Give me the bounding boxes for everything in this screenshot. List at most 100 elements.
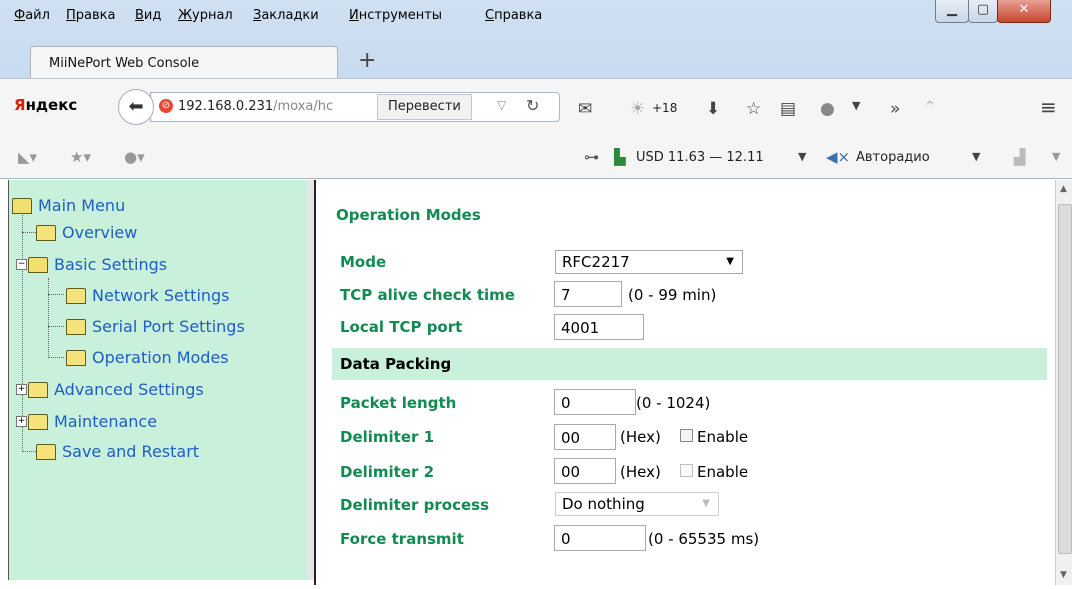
collapse-icon[interactable]: ^ — [925, 99, 935, 113]
tree-line — [48, 326, 64, 327]
favorites-icon[interactable]: ★▾ — [70, 148, 91, 166]
reload-icon[interactable]: ↻ — [526, 96, 539, 115]
sidebar-item-advanced-settings[interactable]: + Advanced Settings — [16, 380, 204, 399]
url-dropdown-icon[interactable]: ▽ — [497, 98, 506, 112]
menu-help[interactable]: Справка — [485, 8, 542, 23]
signal-icon[interactable]: ▟ — [1014, 148, 1026, 166]
insecure-icon[interactable]: ⊘ — [159, 99, 173, 113]
sidebar-item-main-menu[interactable]: Main Menu — [12, 196, 125, 215]
sidebar-label: Main Menu — [38, 196, 126, 215]
chat-icon[interactable]: ● — [820, 99, 835, 119]
weather-icon[interactable]: ☀ — [630, 99, 645, 119]
menu-edit[interactable]: Правка — [66, 8, 115, 23]
reading-list-icon[interactable]: ▤ — [780, 99, 796, 119]
mail-icon[interactable]: ✉ — [578, 99, 592, 119]
sidebar-item-operation-modes[interactable]: Operation Modes — [66, 348, 229, 367]
content-pane — [314, 180, 1056, 585]
sidebar-item-network-settings[interactable]: Network Settings — [66, 286, 230, 305]
menu-bar: Файл Правка Вид Журнал Закладки Инструме… — [0, 0, 1072, 32]
hamburger-menu-icon[interactable]: ≡ — [1040, 95, 1057, 119]
scroll-up-icon[interactable]: ▲ — [1060, 184, 1067, 194]
sidebar-item-overview[interactable]: Overview — [36, 223, 137, 242]
download-icon[interactable]: ⬇ — [706, 99, 720, 119]
chart-icon[interactable]: ▙ — [614, 148, 626, 166]
delimiter-1-enable-checkbox[interactable] — [680, 429, 693, 442]
radio-dropdown-icon[interactable]: ▼ — [972, 150, 980, 163]
collapse-tree-icon[interactable]: − — [16, 259, 27, 270]
back-button[interactable]: ⬅ — [118, 89, 154, 125]
folder-icon — [36, 224, 56, 241]
key-icon[interactable]: ⊶ — [584, 148, 599, 166]
menu-history[interactable]: Журнал — [178, 8, 233, 23]
minimize-icon: ▁ — [947, 2, 957, 17]
translate-button[interactable]: Перевести — [377, 94, 472, 120]
menu-bookmarks[interactable]: Закладки — [253, 8, 319, 23]
overflow-icon[interactable]: » — [890, 99, 900, 119]
weather-temp[interactable]: +18 — [652, 101, 677, 115]
addon-icon[interactable]: ◣▾ — [18, 148, 37, 166]
close-icon: ✕ — [1018, 2, 1030, 17]
sidebar-item-save-and-restart[interactable]: Save and Restart — [36, 442, 199, 461]
radio-station[interactable]: Авторадио — [856, 150, 930, 165]
delimiter-2-enable-label[interactable]: Enable — [697, 463, 748, 481]
speaker-icon[interactable]: ◀× — [826, 148, 850, 166]
delimiter-2-input[interactable]: 00 — [554, 458, 616, 484]
maximize-button[interactable]: ▢ — [968, 0, 998, 23]
comment-icon[interactable]: ●▾ — [124, 148, 145, 166]
tree-line — [22, 451, 36, 452]
folder-icon — [66, 318, 86, 335]
currency-dropdown-icon[interactable]: ▼ — [798, 150, 806, 163]
tab-miineport[interactable]: MiiNePort Web Console — [30, 46, 338, 80]
delimiter-1-label: Delimiter 1 — [340, 428, 435, 446]
force-transmit-input[interactable]: 0 — [554, 525, 646, 551]
bookmark-star-icon[interactable]: ☆ — [746, 99, 761, 119]
navigation-toolbar: Яндекс ⊘ 192.168.0.231/moxa/hc Перевести… — [0, 78, 1072, 137]
delimiter-2-hex: (Hex) — [620, 463, 661, 481]
delimiter-process-value: Do nothing — [562, 495, 645, 513]
tab-strip: MiiNePort Web Console + — [0, 32, 1072, 80]
chevron-down-icon: ▼ — [702, 498, 710, 509]
local-tcp-port-input[interactable]: 4001 — [554, 314, 644, 340]
signal-dropdown-icon[interactable]: ▼ — [1052, 150, 1060, 163]
scrollbar[interactable]: ▲ ▼ — [1055, 180, 1072, 585]
tab-title: MiiNePort Web Console — [49, 56, 200, 71]
minimize-button[interactable]: ▁ — [935, 0, 969, 23]
tcp-alive-input[interactable]: 7 — [554, 281, 622, 307]
url-text[interactable]: 192.168.0.231/moxa/hc — [178, 99, 333, 114]
menu-view[interactable]: Вид — [135, 8, 161, 23]
delimiter-process-select[interactable]: Do nothing ▼ — [555, 492, 719, 516]
maximize-icon: ▢ — [976, 2, 990, 17]
sidebar-label: Advanced Settings — [54, 380, 204, 399]
mode-select[interactable]: RFC2217 ▼ — [555, 250, 743, 274]
data-packing-header: Data Packing — [332, 348, 1047, 380]
menu-file[interactable]: Файл — [14, 8, 50, 23]
packet-length-label: Packet length — [340, 394, 457, 412]
sidebar-label: Serial Port Settings — [92, 317, 245, 336]
sidebar-label: Operation Modes — [92, 348, 229, 367]
delimiter-1-input[interactable]: 00 — [554, 424, 616, 450]
sidebar-item-maintenance[interactable]: + Maintenance — [16, 412, 157, 431]
delimiter-1-hex: (Hex) — [620, 428, 661, 446]
folder-icon — [66, 287, 86, 304]
chat-dropdown-icon[interactable]: ▼ — [852, 99, 860, 112]
sidebar-item-basic-settings[interactable]: − Basic Settings — [16, 255, 167, 274]
tree-line — [48, 278, 49, 358]
expand-tree-icon[interactable]: + — [16, 384, 27, 395]
tree-line — [22, 232, 36, 233]
packet-length-input[interactable]: 0 — [554, 389, 636, 415]
currency-rate[interactable]: USD 11.63 — 12.11 — [636, 150, 764, 165]
new-tab-button[interactable]: + — [358, 48, 376, 73]
delimiter-1-enable-label[interactable]: Enable — [697, 428, 748, 446]
sidebar-item-serial-port-settings[interactable]: Serial Port Settings — [66, 317, 245, 336]
expand-tree-icon[interactable]: + — [16, 416, 27, 427]
address-bar[interactable]: ⊘ 192.168.0.231/moxa/hc Перевести ▽ ↻ — [150, 92, 560, 122]
back-arrow-icon: ⬅ — [128, 96, 144, 117]
scroll-down-icon[interactable]: ▼ — [1060, 570, 1067, 580]
close-button[interactable]: ✕ — [997, 0, 1051, 23]
force-transmit-label: Force transmit — [340, 530, 464, 548]
delimiter-2-enable-checkbox[interactable] — [680, 464, 693, 477]
local-tcp-port-label: Local TCP port — [340, 318, 463, 336]
yandex-logo[interactable]: Яндекс — [14, 96, 77, 114]
scrollbar-thumb[interactable] — [1058, 204, 1072, 554]
menu-tools[interactable]: Инструменты — [349, 8, 442, 23]
